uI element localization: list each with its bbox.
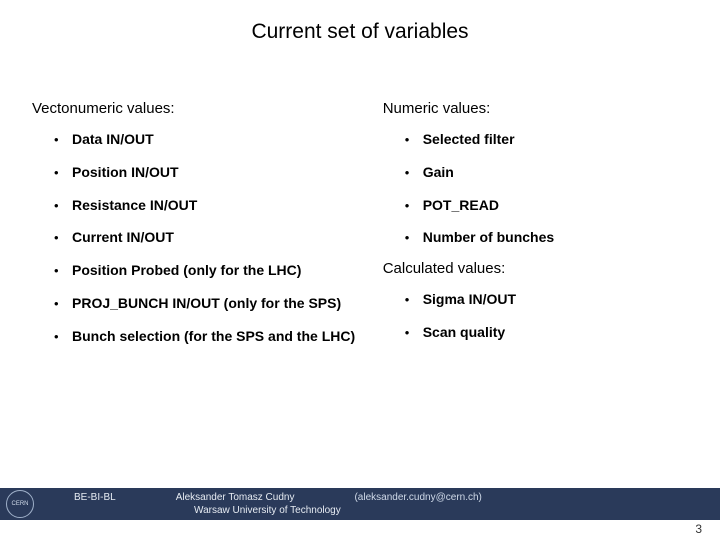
content-area: Vectonumeric values: Data IN/OUT Positio… xyxy=(32,100,700,353)
list-item: Sigma IN/OUT xyxy=(405,283,700,316)
slide: Current set of variables Vectonumeric va… xyxy=(0,0,720,540)
left-list: Data IN/OUT Position IN/OUT Resistance I… xyxy=(32,123,383,353)
right-heading-calculated: Calculated values: xyxy=(383,260,700,277)
list-item: Gain xyxy=(405,156,700,189)
list-item: Bunch selection (for the SPS and the LHC… xyxy=(54,320,383,353)
list-item: Data IN/OUT xyxy=(54,123,383,156)
list-item: Position IN/OUT xyxy=(54,156,383,189)
list-item: Selected filter xyxy=(405,123,700,156)
cern-logo-icon: CERN xyxy=(6,490,34,518)
page-number: 3 xyxy=(695,522,702,536)
footer-text: BE-BI-BL Aleksander Tomasz Cudny (aleksa… xyxy=(74,492,712,516)
right-list-numeric: Selected filter Gain POT_READ Number of … xyxy=(383,123,700,254)
footer-email: (aleksander.cudny@cern.ch) xyxy=(354,492,481,503)
list-item: Resistance IN/OUT xyxy=(54,189,383,222)
left-heading: Vectonumeric values: xyxy=(32,100,383,117)
right-list-calculated: Sigma IN/OUT Scan quality xyxy=(383,283,700,349)
list-item: Current IN/OUT xyxy=(54,221,383,254)
footer-affiliation: Warsaw University of Technology xyxy=(74,505,712,516)
list-item: Position Probed (only for the LHC) xyxy=(54,254,383,287)
footer-row-top: BE-BI-BL Aleksander Tomasz Cudny (aleksa… xyxy=(74,492,712,503)
slide-title: Current set of variables xyxy=(0,20,720,44)
right-heading-numeric: Numeric values: xyxy=(383,100,700,117)
list-item: Number of bunches xyxy=(405,221,700,254)
left-column: Vectonumeric values: Data IN/OUT Positio… xyxy=(32,100,383,353)
footer-author: Aleksander Tomasz Cudny xyxy=(176,492,295,503)
list-item: PROJ_BUNCH IN/OUT (only for the SPS) xyxy=(54,287,383,320)
list-item: POT_READ xyxy=(405,189,700,222)
footer-dept: BE-BI-BL xyxy=(74,492,116,503)
right-column: Numeric values: Selected filter Gain POT… xyxy=(383,100,700,353)
list-item: Scan quality xyxy=(405,316,700,349)
footer-bar: CERN BE-BI-BL Aleksander Tomasz Cudny (a… xyxy=(0,488,720,520)
